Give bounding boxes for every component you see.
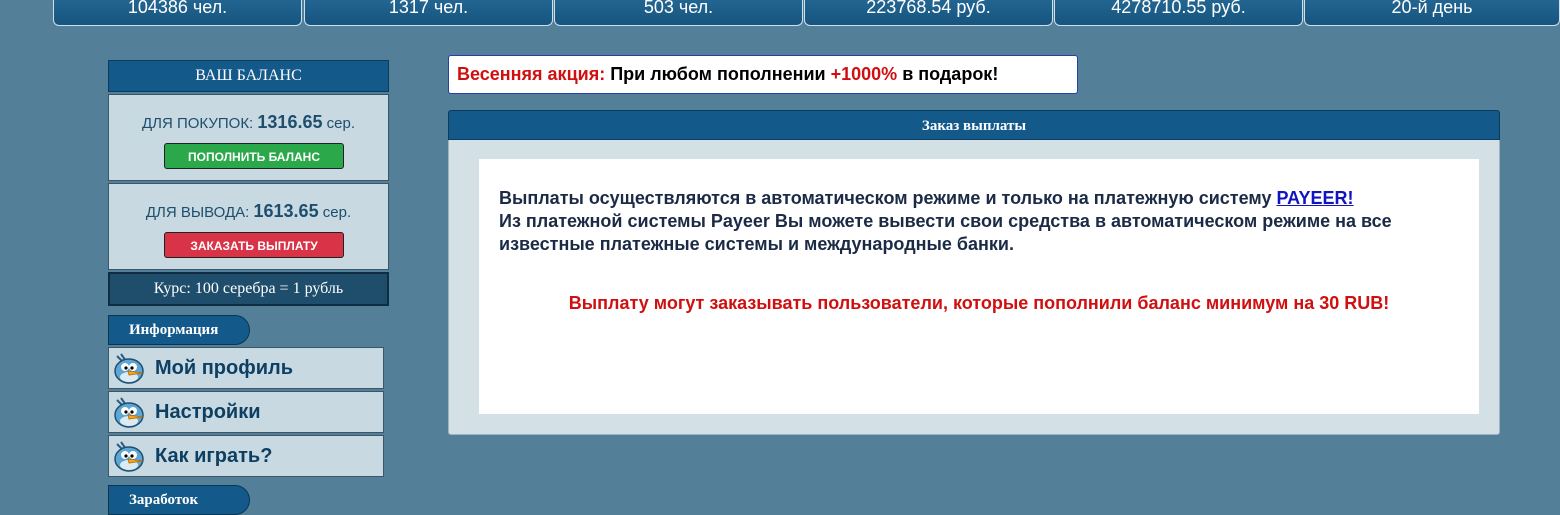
payout-panel: Выплаты осуществляются в автоматическом … bbox=[448, 140, 1500, 435]
withdraw-balance-unit: сер. bbox=[322, 204, 352, 221]
buy-balance-line: ДЛЯ ПОКУПОК: 1316.65 сер. bbox=[109, 112, 388, 133]
bird-icon bbox=[114, 397, 144, 428]
stat-new-users: 1317 чел. bbox=[304, 0, 553, 26]
promo-text: При любом пополнении bbox=[610, 64, 826, 84]
stat-project-day: 20-й день bbox=[1304, 0, 1560, 26]
order-payout-button[interactable]: ЗАКАЗАТЬ ВЫПЛАТУ bbox=[164, 232, 344, 258]
menu-item-settings[interactable]: Настройки bbox=[108, 391, 384, 433]
withdraw-balance-box: ДЛЯ ВЫВОДА: 1613.65 сер. ЗАКАЗАТЬ ВЫПЛАТ… bbox=[108, 183, 389, 270]
withdraw-balance-label: ДЛЯ ВЫВОДА: bbox=[145, 204, 250, 221]
promo-suffix: в подарок! bbox=[902, 64, 999, 84]
payout-line-2: Из платежной системы Payeer Вы можете вы… bbox=[499, 211, 1392, 254]
panel-title: Заказ выплаты bbox=[448, 110, 1500, 140]
bird-icon bbox=[114, 441, 144, 472]
menu-item-how-to-play[interactable]: Как играть? bbox=[108, 435, 384, 477]
promo-highlight: +1000% bbox=[830, 64, 898, 84]
payout-line-1: Выплаты осуществляются в автоматическом … bbox=[499, 188, 1272, 208]
stat-online-users: 503 чел. bbox=[554, 0, 803, 26]
buy-balance-value: 1316.65 bbox=[257, 112, 323, 132]
stat-deposited: 4278710.55 руб. bbox=[1054, 0, 1303, 26]
menu-item-profile[interactable]: Мой профиль bbox=[108, 347, 384, 389]
menu-item-label: Настройки bbox=[155, 401, 261, 423]
withdraw-balance-line: ДЛЯ ВЫВОДА: 1613.65 сер. bbox=[109, 201, 388, 222]
promo-prefix: Весенняя акция: bbox=[457, 64, 606, 84]
buy-balance-box: ДЛЯ ПОКУПОК: 1316.65 сер. ПОПОЛНИТЬ БАЛА… bbox=[108, 94, 389, 181]
topup-balance-button[interactable]: ПОПОЛНИТЬ БАЛАНС bbox=[164, 143, 344, 169]
stat-total-users: 104386 чел. bbox=[53, 0, 302, 26]
payout-info-box: Выплаты осуществляются в автоматическом … bbox=[479, 159, 1479, 414]
menu-item-label: Как играть? bbox=[155, 445, 273, 467]
stat-paid-out: 223768.54 руб. bbox=[804, 0, 1053, 26]
payout-info-text: Выплаты осуществляются в автоматическом … bbox=[499, 187, 1459, 256]
menu-item-label: Мой профиль bbox=[155, 357, 294, 379]
section-tab-earnings: Заработок bbox=[108, 485, 250, 515]
section-tab-info: Информация bbox=[108, 315, 250, 345]
stats-bar: 104386 чел. 1317 чел. 503 чел. 223768.54… bbox=[53, 0, 1560, 28]
promo-banner: Весенняя акция: При любом пополнении +10… bbox=[448, 55, 1078, 94]
payout-warning: Выплату могут заказывать пользователи, к… bbox=[568, 293, 1390, 313]
withdraw-balance-value: 1613.65 bbox=[253, 201, 319, 221]
payeer-link[interactable]: PAYEER! bbox=[1277, 188, 1354, 208]
exchange-rate: Курс: 100 серебра = 1 рубль bbox=[108, 272, 389, 306]
buy-balance-label: ДЛЯ ПОКУПОК: bbox=[141, 115, 254, 132]
bird-icon bbox=[114, 353, 144, 384]
buy-balance-unit: сер. bbox=[326, 115, 356, 132]
balance-title: ВАШ БАЛАНС bbox=[108, 60, 389, 92]
